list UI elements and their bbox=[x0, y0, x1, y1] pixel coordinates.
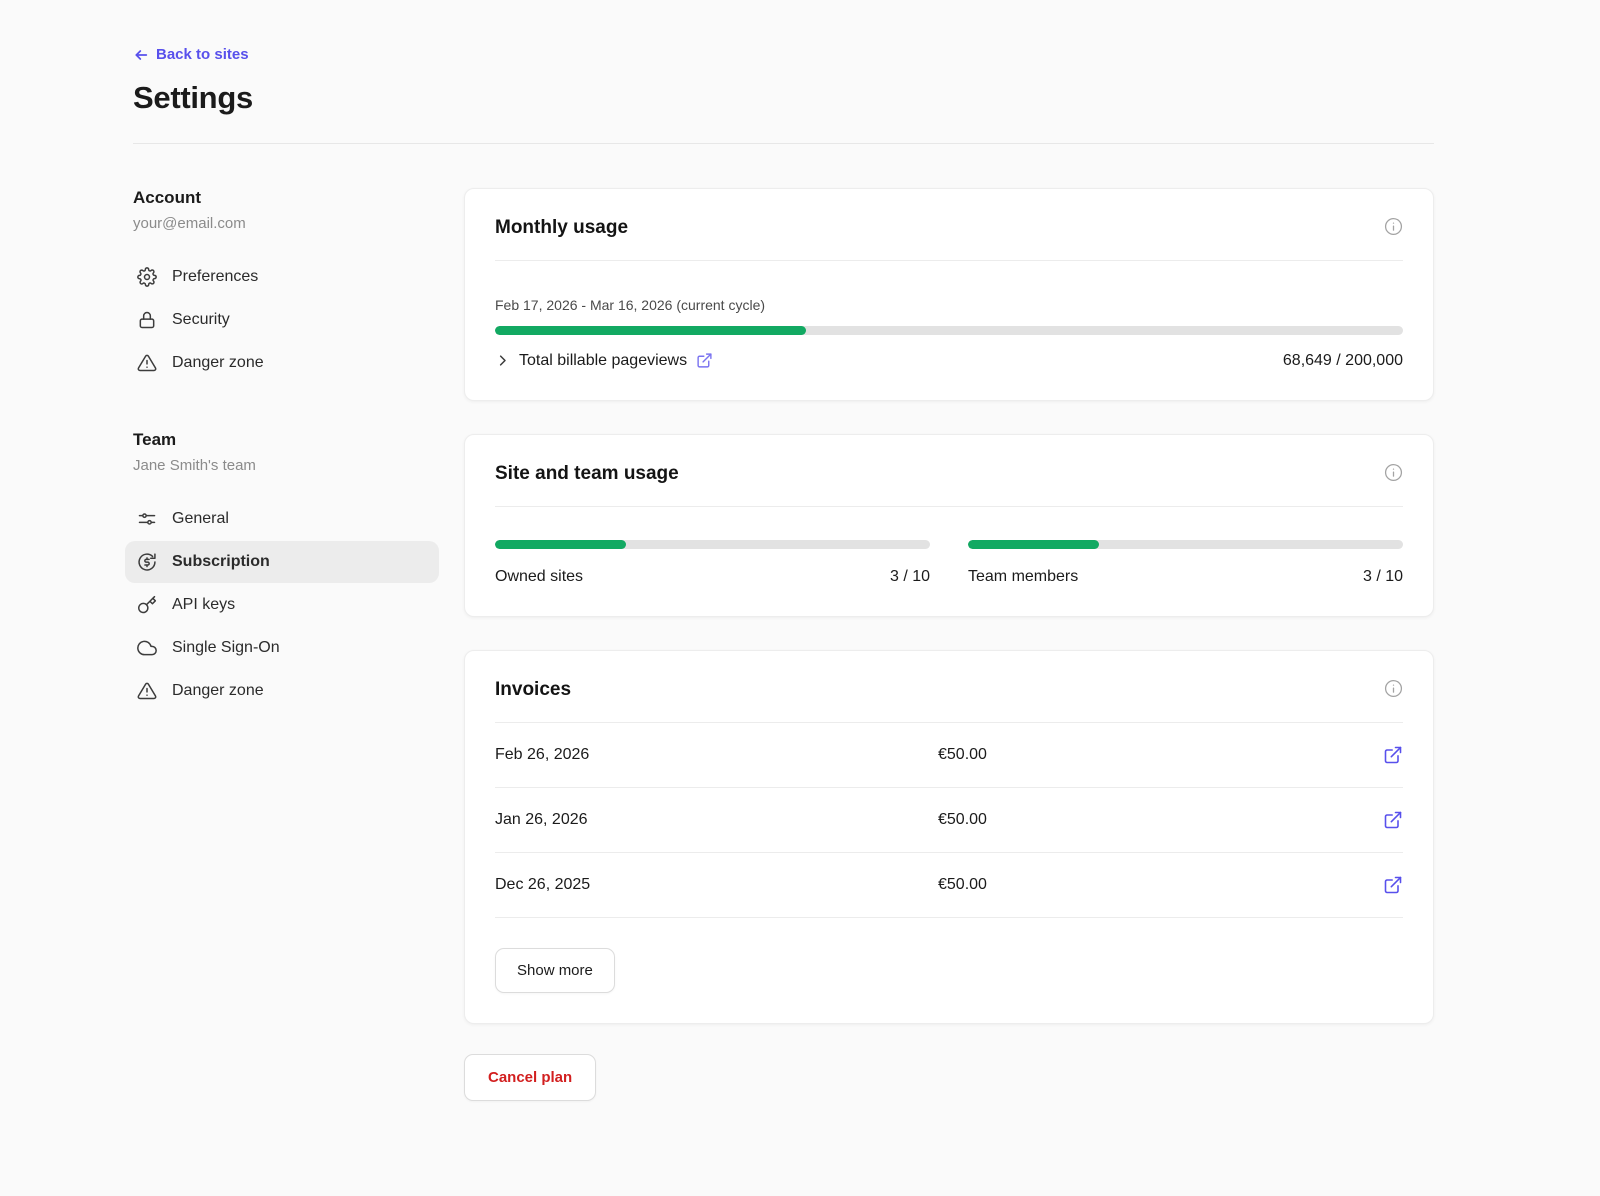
owned-sites-value: 3 / 10 bbox=[890, 568, 930, 586]
warning-triangle-icon bbox=[137, 681, 157, 701]
sidebar-item-security[interactable]: Security bbox=[125, 299, 451, 341]
pageviews-progress-bar bbox=[495, 326, 1403, 335]
info-icon[interactable] bbox=[1384, 463, 1403, 482]
invoice-date: Feb 26, 2026 bbox=[495, 746, 938, 764]
team-members-progress-fill bbox=[968, 540, 1099, 549]
lock-icon bbox=[137, 310, 157, 330]
settings-main: Monthly usage Feb 17, 2026 - Mar 16, 202… bbox=[464, 188, 1434, 1101]
invoices-card: Invoices Feb 26, 2026 €50.00 Jan 26, 202… bbox=[464, 650, 1434, 1024]
site-team-usage-card: Site and team usage Owned sites 3 / 10 bbox=[464, 434, 1434, 617]
settings-sidebar: Account your@email.com Preferences Secur… bbox=[133, 188, 439, 713]
sidebar-item-single-sign-on[interactable]: Single Sign-On bbox=[125, 627, 451, 669]
invoice-amount: €50.00 bbox=[938, 811, 1383, 829]
account-email: your@email.com bbox=[133, 215, 439, 232]
account-section: Account your@email.com Preferences Secur… bbox=[133, 188, 439, 384]
card-divider bbox=[495, 260, 1403, 261]
external-link-icon[interactable] bbox=[1383, 875, 1403, 895]
pageviews-value: 68,649 / 200,000 bbox=[1283, 352, 1403, 370]
back-to-sites-label: Back to sites bbox=[156, 46, 249, 63]
total-billable-pageviews-toggle[interactable]: Total billable pageviews bbox=[495, 352, 713, 370]
invoice-date: Dec 26, 2025 bbox=[495, 876, 938, 894]
sliders-icon bbox=[137, 509, 157, 529]
settings-page: Back to sites Settings Account your@emai… bbox=[0, 0, 1600, 1101]
sidebar-item-label: Danger zone bbox=[172, 354, 264, 372]
pageviews-label: Total billable pageviews bbox=[519, 352, 687, 370]
invoice-row: Feb 26, 2026 €50.00 bbox=[495, 723, 1403, 788]
owned-sites-label: Owned sites bbox=[495, 568, 583, 586]
arrow-left-icon bbox=[133, 47, 149, 63]
info-icon[interactable] bbox=[1384, 679, 1403, 698]
sidebar-item-label: General bbox=[172, 510, 229, 528]
external-link-icon[interactable] bbox=[1383, 745, 1403, 765]
sidebar-item-preferences[interactable]: Preferences bbox=[125, 256, 451, 298]
monthly-usage-title: Monthly usage bbox=[495, 217, 628, 239]
cloud-icon bbox=[137, 638, 157, 658]
chevron-right-icon bbox=[495, 353, 510, 368]
account-nav: Preferences Security Danger zone bbox=[133, 256, 439, 384]
sidebar-item-general[interactable]: General bbox=[125, 498, 451, 540]
sidebar-item-account-danger-zone[interactable]: Danger zone bbox=[125, 342, 451, 384]
billing-cycle-label: Feb 17, 2026 - Mar 16, 2026 (current cyc… bbox=[495, 297, 1403, 313]
card-divider bbox=[495, 506, 1403, 507]
team-nav: General Subscription API keys bbox=[133, 498, 439, 712]
back-to-sites-link[interactable]: Back to sites bbox=[133, 46, 249, 63]
site-team-usage-title: Site and team usage bbox=[495, 463, 679, 485]
warning-triangle-icon bbox=[137, 353, 157, 373]
header-divider bbox=[133, 143, 1434, 144]
pageviews-progress-fill bbox=[495, 326, 806, 335]
sidebar-item-label: Single Sign-On bbox=[172, 639, 280, 657]
team-section: Team Jane Smith's team General Subscript… bbox=[133, 430, 439, 712]
key-icon bbox=[137, 595, 157, 615]
owned-sites-progress-bar bbox=[495, 540, 930, 549]
sidebar-item-label: Security bbox=[172, 311, 230, 329]
account-heading: Account bbox=[133, 188, 439, 208]
team-name: Jane Smith's team bbox=[133, 457, 439, 474]
owned-sites-meter: Owned sites 3 / 10 bbox=[495, 540, 930, 586]
team-members-meter: Team members 3 / 10 bbox=[968, 540, 1403, 586]
sidebar-item-team-danger-zone[interactable]: Danger zone bbox=[125, 670, 451, 712]
invoice-row: Jan 26, 2026 €50.00 bbox=[495, 788, 1403, 853]
sidebar-item-label: Danger zone bbox=[172, 682, 264, 700]
invoice-row: Dec 26, 2025 €50.00 bbox=[495, 853, 1403, 918]
monthly-usage-card: Monthly usage Feb 17, 2026 - Mar 16, 202… bbox=[464, 188, 1434, 401]
invoice-amount: €50.00 bbox=[938, 876, 1383, 894]
show-more-button[interactable]: Show more bbox=[495, 948, 615, 993]
sidebar-item-label: Subscription bbox=[172, 553, 270, 571]
invoices-title: Invoices bbox=[495, 679, 571, 701]
sidebar-item-subscription[interactable]: Subscription bbox=[125, 541, 439, 583]
team-members-label: Team members bbox=[968, 568, 1078, 586]
sidebar-item-label: API keys bbox=[172, 596, 235, 614]
sidebar-item-api-keys[interactable]: API keys bbox=[125, 584, 451, 626]
cancel-plan-button[interactable]: Cancel plan bbox=[464, 1054, 596, 1101]
page-title: Settings bbox=[133, 80, 1434, 116]
invoice-amount: €50.00 bbox=[938, 746, 1383, 764]
owned-sites-progress-fill bbox=[495, 540, 626, 549]
invoice-date: Jan 26, 2026 bbox=[495, 811, 938, 829]
team-heading: Team bbox=[133, 430, 439, 450]
team-members-value: 3 / 10 bbox=[1363, 568, 1403, 586]
external-link-icon[interactable] bbox=[1383, 810, 1403, 830]
gear-icon bbox=[137, 267, 157, 287]
sidebar-item-label: Preferences bbox=[172, 268, 258, 286]
team-members-progress-bar bbox=[968, 540, 1403, 549]
info-icon[interactable] bbox=[1384, 217, 1403, 236]
dollar-refresh-icon bbox=[137, 552, 157, 572]
external-link-icon[interactable] bbox=[696, 352, 713, 369]
